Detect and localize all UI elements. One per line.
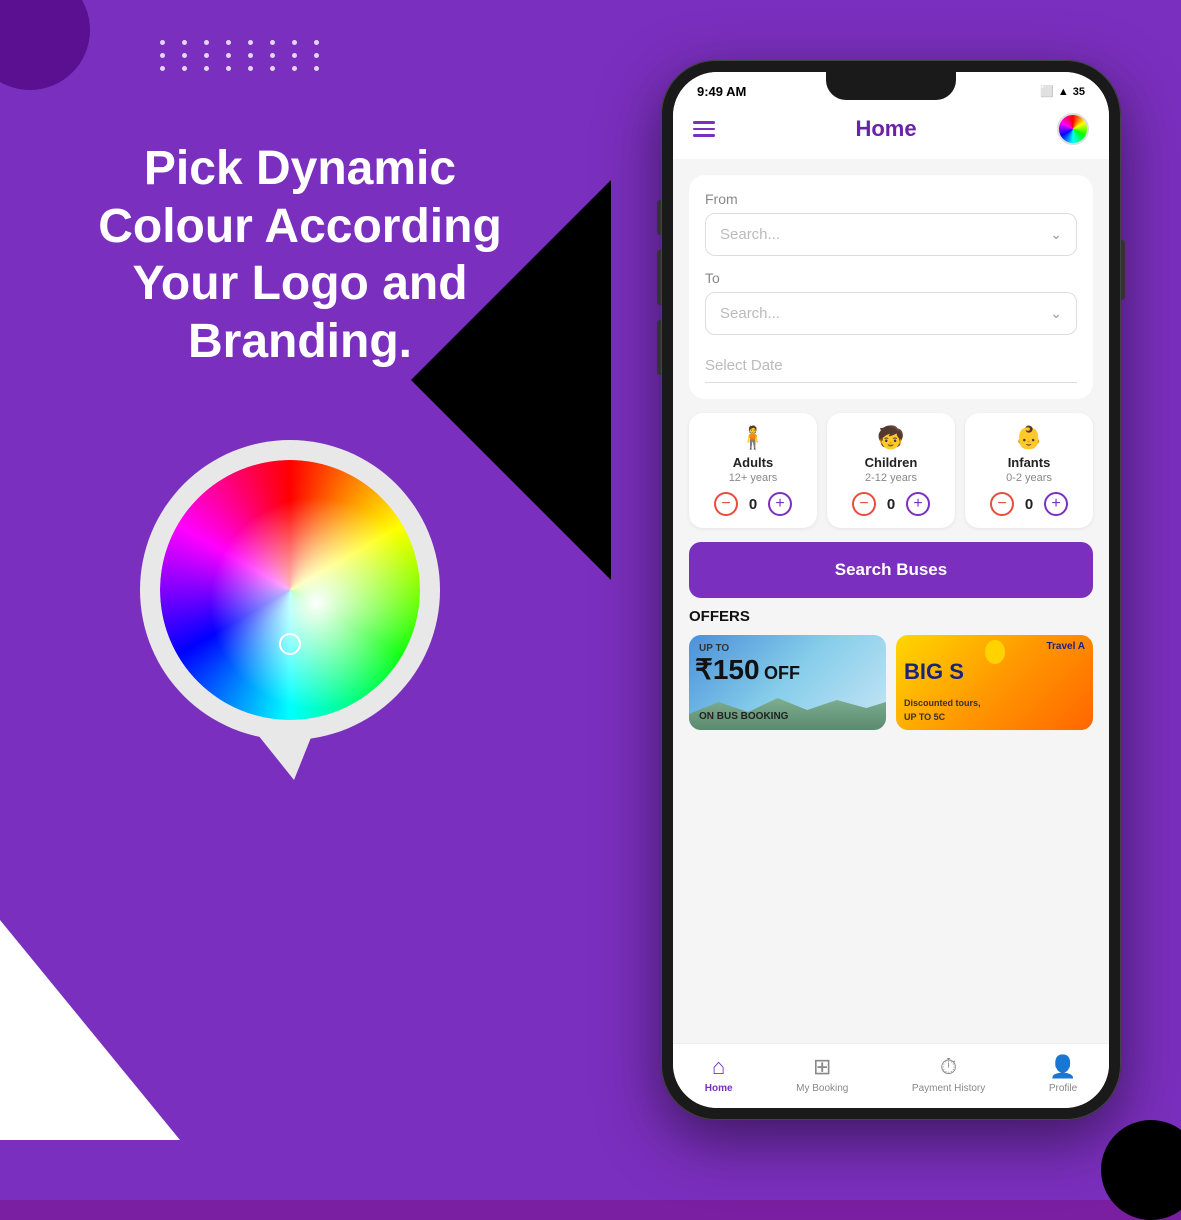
battery-icon: ⬜ xyxy=(1040,85,1054,98)
offer-amount-block: ₹150 OFF xyxy=(695,653,800,686)
offer2-title: Travel A xyxy=(1046,641,1085,652)
color-wheel-gradient xyxy=(160,460,420,720)
home-nav-label: Home xyxy=(705,1083,733,1094)
nav-profile[interactable]: 👤 Profile xyxy=(1049,1054,1077,1094)
payment-nav-label: Payment History xyxy=(912,1083,985,1094)
battery-percent: 35 xyxy=(1073,86,1085,98)
app-title: Home xyxy=(855,116,916,142)
adults-count: 0 xyxy=(746,496,760,513)
hamburger-line-1 xyxy=(693,121,715,124)
adults-decrement[interactable]: − xyxy=(714,492,738,516)
to-chevron-icon: ⌄ xyxy=(1050,305,1062,322)
infants-age: 0-2 years xyxy=(973,472,1085,484)
home-icon: ⌂ xyxy=(712,1054,725,1080)
offer2-sub1: Discounted tours, xyxy=(904,698,981,708)
children-increment[interactable]: + xyxy=(906,492,930,516)
from-placeholder: Search... xyxy=(720,226,780,243)
from-dropdown[interactable]: Search... ⌄ xyxy=(705,213,1077,256)
hamburger-menu[interactable] xyxy=(693,121,715,137)
booking-icon: ⊞ xyxy=(813,1054,831,1080)
children-count: 0 xyxy=(884,496,898,513)
search-buses-button[interactable]: Search Buses xyxy=(689,542,1093,598)
adults-label: Adults xyxy=(697,455,809,470)
passenger-section: 🧍 Adults 12+ years − 0 + 🧒 Children xyxy=(689,413,1093,528)
balloon-deco xyxy=(985,640,1005,664)
color-wheel-container xyxy=(130,440,450,780)
bottom-nav: ⌂ Home ⊞ My Booking ⏱ Payment History 👤 … xyxy=(673,1043,1109,1108)
volume-up-button xyxy=(657,250,661,305)
app-content: From Search... ⌄ To Search... ⌄ Select D… xyxy=(673,159,1109,1065)
adults-counter: − 0 + xyxy=(697,492,809,516)
offer-card-1[interactable]: UP TO ₹150 OFF ON BUS BOOKING xyxy=(689,635,886,730)
color-wheel-center-overlay xyxy=(160,460,420,720)
color-theme-button[interactable] xyxy=(1057,113,1089,145)
dots-pattern-row1 xyxy=(160,40,328,71)
headline: Pick Dynamic Colour According Your Logo … xyxy=(60,140,540,370)
children-counter: − 0 + xyxy=(835,492,947,516)
profile-icon: 👤 xyxy=(1049,1054,1076,1080)
children-age: 2-12 years xyxy=(835,472,947,484)
infants-count: 0 xyxy=(1022,496,1036,513)
phone-screen: 9:49 AM ⬜ ▲ 35 Home xyxy=(673,72,1109,1108)
children-decrement[interactable]: − xyxy=(852,492,876,516)
color-picker-indicator xyxy=(279,633,301,655)
adults-card: 🧍 Adults 12+ years − 0 + xyxy=(689,413,817,528)
infants-increment[interactable]: + xyxy=(1044,492,1068,516)
offer-mountain-deco xyxy=(689,690,886,730)
infants-decrement[interactable]: − xyxy=(990,492,1014,516)
offer2-big: BIG S xyxy=(904,659,964,685)
offer2-sub2: UP TO 5C xyxy=(904,712,945,722)
hamburger-line-3 xyxy=(693,134,715,137)
nav-home[interactable]: ⌂ Home xyxy=(705,1054,733,1094)
phone-notch xyxy=(826,72,956,100)
status-icons: ⬜ ▲ 35 xyxy=(1040,85,1085,98)
status-time: 9:49 AM xyxy=(697,84,746,99)
adults-age: 12+ years xyxy=(697,472,809,484)
wifi-icon: ▲ xyxy=(1058,86,1069,98)
phone-container: 9:49 AM ⬜ ▲ 35 Home xyxy=(661,60,1121,1120)
infant-icon: 👶 xyxy=(973,425,1085,451)
booking-nav-label: My Booking xyxy=(796,1083,848,1094)
search-form-card: From Search... ⌄ To Search... ⌄ Select D… xyxy=(689,175,1093,399)
infants-counter: − 0 + xyxy=(973,492,1085,516)
nav-my-booking[interactable]: ⊞ My Booking xyxy=(796,1054,848,1094)
volume-down-button xyxy=(657,320,661,375)
to-label: To xyxy=(705,270,1077,286)
color-wheel xyxy=(160,460,420,720)
offer-off: OFF xyxy=(764,663,800,683)
child-icon: 🧒 xyxy=(835,425,947,451)
date-placeholder: Select Date xyxy=(705,357,783,374)
deco-triangle-white xyxy=(0,920,180,1140)
profile-nav-label: Profile xyxy=(1049,1083,1077,1094)
power-button xyxy=(1121,240,1125,300)
children-label: Children xyxy=(835,455,947,470)
hamburger-line-2 xyxy=(693,128,715,131)
to-dropdown[interactable]: Search... ⌄ xyxy=(705,292,1077,335)
speech-bubble xyxy=(140,440,440,740)
date-field[interactable]: Select Date xyxy=(705,349,1077,383)
children-card: 🧒 Children 2-12 years − 0 + xyxy=(827,413,955,528)
offers-row: UP TO ₹150 OFF ON BUS BOOKING Travel A B… xyxy=(689,635,1093,730)
offers-title: OFFERS xyxy=(689,608,1093,625)
adults-increment[interactable]: + xyxy=(768,492,792,516)
offer-sub-text: ON BUS BOOKING xyxy=(699,711,788,722)
nav-payment-history[interactable]: ⏱ Payment History xyxy=(912,1054,985,1094)
offer-amount: ₹150 xyxy=(695,654,760,685)
adult-icon: 🧍 xyxy=(697,425,809,451)
mute-button xyxy=(657,200,661,235)
from-label: From xyxy=(705,191,1077,207)
infants-card: 👶 Infants 0-2 years − 0 + xyxy=(965,413,1093,528)
from-chevron-icon: ⌄ xyxy=(1050,226,1062,243)
phone-frame: 9:49 AM ⬜ ▲ 35 Home xyxy=(661,60,1121,1120)
to-placeholder: Search... xyxy=(720,305,780,322)
infants-label: Infants xyxy=(973,455,1085,470)
clock-icon: ⏱ xyxy=(940,1054,957,1080)
app-header: Home xyxy=(673,103,1109,159)
left-section: Pick Dynamic Colour According Your Logo … xyxy=(60,140,540,370)
offer-card-2[interactable]: Travel A BIG S Discounted tours, UP TO 5… xyxy=(896,635,1093,730)
